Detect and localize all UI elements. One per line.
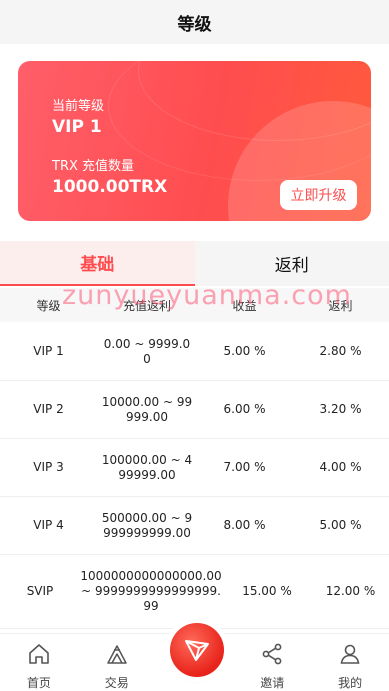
page-title: 等级 <box>177 14 212 35</box>
row-rebate: 5.00 % <box>319 518 362 532</box>
table-row: VIP 4 500000.00 ~ 9999999999.00 8.00 % 5… <box>0 497 389 555</box>
row-rebate: 4.00 % <box>319 460 362 474</box>
row-income: 8.00 % <box>223 518 266 532</box>
upgrade-button[interactable]: 立即升级 <box>280 180 357 210</box>
row-range: 1000000000000000.00 ~ 9999999999999999.9… <box>80 569 222 613</box>
row-level: VIP 2 <box>33 402 64 416</box>
current-level-label: 当前等级 <box>52 99 105 114</box>
header-income: 收益 <box>232 298 257 313</box>
header-recharge-rebate: 充值返利 <box>122 298 171 313</box>
row-level: VIP 1 <box>33 344 64 358</box>
row-rebate: 2.80 % <box>319 344 362 358</box>
top-bar: 等级 <box>0 0 389 44</box>
row-level: VIP 4 <box>33 518 64 532</box>
share-icon <box>260 642 284 670</box>
header-rebate: 返利 <box>328 298 353 313</box>
row-income: 15.00 % <box>242 584 292 598</box>
nav-trade[interactable]: 交易 <box>78 634 156 691</box>
nav-center-button[interactable] <box>170 623 224 677</box>
row-level: SVIP <box>26 584 54 598</box>
table-row: VIP 2 10000.00 ~ 99999.00 6.00 % 3.20 % <box>0 381 389 439</box>
row-range: 500000.00 ~ 9999999999.00 <box>101 510 193 540</box>
tron-logo-icon <box>181 632 213 668</box>
header-level: 等级 <box>36 298 61 313</box>
user-icon <box>338 642 362 670</box>
level-card: 当前等级 VIP 1 TRX 充值数量 1000.00TRX 立即升级 <box>18 61 371 221</box>
home-icon <box>27 642 51 670</box>
row-income: 5.00 % <box>223 344 266 358</box>
trade-icon <box>105 642 129 670</box>
row-rebate: 12.00 % <box>325 584 376 598</box>
nav-trade-label: 交易 <box>104 676 129 690</box>
table-header: 等级 充值返利 收益 返利 <box>0 288 389 322</box>
recharge-amount-label: TRX 充值数量 <box>52 159 135 174</box>
row-rebate: 3.20 % <box>319 402 362 416</box>
row-income: 6.00 % <box>223 402 266 416</box>
tab-basic[interactable]: 基础 <box>0 241 195 286</box>
nav-home[interactable]: 首页 <box>0 634 78 691</box>
row-level: VIP 3 <box>33 460 64 474</box>
table-row: VIP 1 0.00 ~ 9999.00 5.00 % 2.80 % <box>0 323 389 381</box>
recharge-amount-value: 1000.00TRX <box>52 177 168 197</box>
row-range: 10000.00 ~ 99999.00 <box>101 394 193 424</box>
current-level-value: VIP 1 <box>52 117 102 137</box>
row-range: 100000.00 ~ 499999.00 <box>101 452 193 482</box>
tab-rebate[interactable]: 返利 <box>194 241 389 286</box>
row-range: 0.00 ~ 9999.00 <box>103 336 191 366</box>
tab-bar: 基础 返利 <box>0 241 389 286</box>
nav-invite-label: 邀请 <box>260 676 285 690</box>
nav-mine-label: 我的 <box>338 676 363 690</box>
table-row: VIP 3 100000.00 ~ 499999.00 7.00 % 4.00 … <box>0 439 389 497</box>
nav-mine[interactable]: 我的 <box>311 634 389 691</box>
table-row: SVIP 1000000000000000.00 ~ 9999999999999… <box>0 555 389 629</box>
nav-invite[interactable]: 邀请 <box>233 634 311 691</box>
row-income: 7.00 % <box>223 460 266 474</box>
nav-home-label: 首页 <box>26 676 51 690</box>
